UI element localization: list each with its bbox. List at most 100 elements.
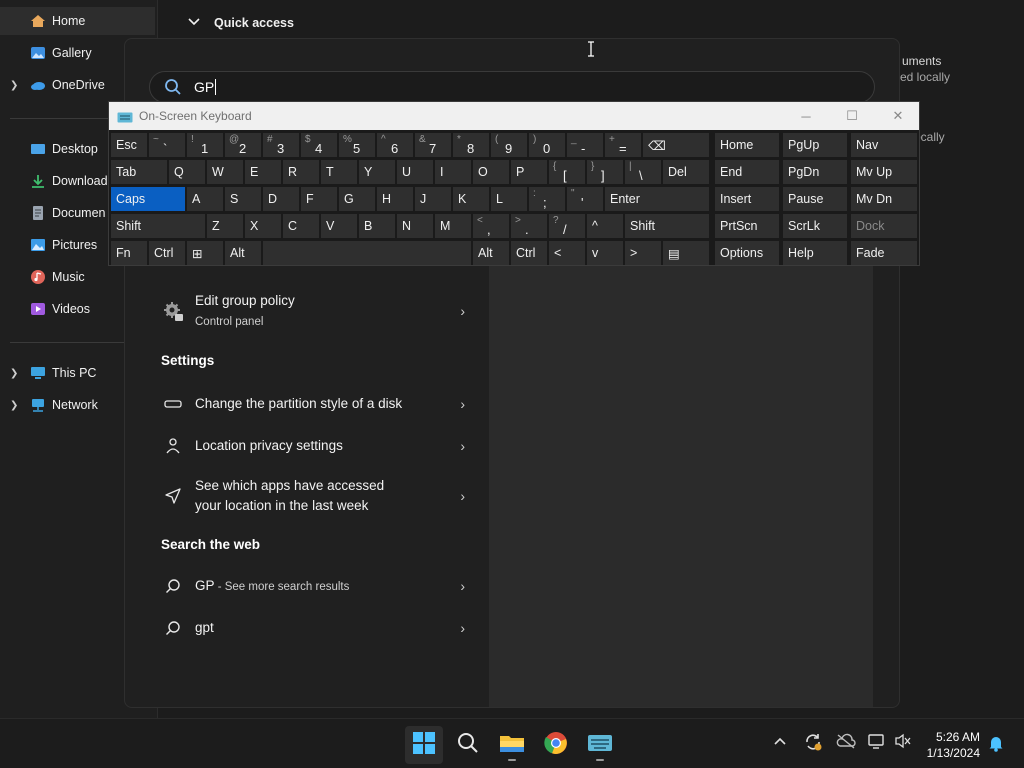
key-2[interactable]: @2: [225, 133, 261, 157]
key-9[interactable]: (9: [491, 133, 527, 157]
key-t[interactable]: T: [321, 160, 357, 184]
key-r[interactable]: R: [283, 160, 319, 184]
key-0[interactable]: ) 0: [529, 133, 565, 157]
key-i[interactable]: I: [435, 160, 471, 184]
result-location-privacy[interactable]: Location privacy settings ›: [161, 433, 465, 459]
quick-access-header[interactable]: Quick access: [188, 16, 294, 30]
key-quote[interactable]: " ': [567, 187, 603, 211]
key-alt-left[interactable]: Alt: [225, 241, 261, 265]
key-insert[interactable]: Insert: [715, 187, 779, 211]
sync-icon[interactable]: [803, 732, 823, 755]
key-backslash[interactable]: | \: [625, 160, 661, 184]
key-space[interactable]: [263, 241, 471, 265]
key-semicolon[interactable]: :;: [529, 187, 565, 211]
taskbar-clock[interactable]: 5:26 AM 1/13/2024: [927, 729, 980, 761]
key-backtick[interactable]: ~ `: [149, 133, 185, 157]
key-shift-right[interactable]: Shift: [625, 214, 709, 238]
key-caps[interactable]: Caps: [111, 187, 185, 211]
key-pgdn[interactable]: PgDn: [783, 160, 847, 184]
key-y[interactable]: Y: [359, 160, 395, 184]
key-shift-left[interactable]: Shift: [111, 214, 205, 238]
key-up-arrow[interactable]: ^: [587, 214, 623, 238]
chrome-button[interactable]: [537, 726, 575, 764]
key-mv-up[interactable]: Mv Up: [851, 160, 917, 184]
file-explorer-button[interactable]: [493, 726, 531, 764]
key-esc[interactable]: Esc: [111, 133, 147, 157]
key-left-arrow[interactable]: <: [549, 241, 585, 265]
key-right-arrow[interactable]: >: [625, 241, 661, 265]
key-7[interactable]: & 7: [415, 133, 451, 157]
key-backspace[interactable]: ⌫: [643, 133, 709, 157]
key-s[interactable]: S: [225, 187, 261, 211]
key-3[interactable]: #3: [263, 133, 299, 157]
key-g[interactable]: G: [339, 187, 375, 211]
key-home[interactable]: Home: [715, 133, 779, 157]
key-left-bracket[interactable]: {[: [549, 160, 585, 184]
result-web-gp[interactable]: GP - See more search results ›: [161, 573, 465, 599]
result-web-gpt[interactable]: gpt ›: [161, 615, 465, 641]
key-e[interactable]: E: [245, 160, 281, 184]
key-right-bracket[interactable]: }]: [587, 160, 623, 184]
start-button[interactable]: [405, 726, 443, 764]
key-h[interactable]: H: [377, 187, 413, 211]
key-nav[interactable]: Nav: [851, 133, 917, 157]
taskbar-search-button[interactable]: [449, 726, 487, 764]
chevron-right-icon[interactable]: ❯: [10, 80, 24, 91]
key-windows[interactable]: ⊞: [187, 241, 223, 265]
key-f[interactable]: F: [301, 187, 337, 211]
key-b[interactable]: B: [359, 214, 395, 238]
maximize-button[interactable]: ☐: [829, 102, 875, 130]
key-dock[interactable]: Dock: [851, 214, 917, 238]
key-menu[interactable]: ▤: [663, 241, 709, 265]
key-comma[interactable]: <,: [473, 214, 509, 238]
key-ctrl-right[interactable]: Ctrl: [511, 241, 547, 265]
key-o[interactable]: O: [473, 160, 509, 184]
key-5[interactable]: % 5: [339, 133, 375, 157]
key-u[interactable]: U: [397, 160, 433, 184]
key-4[interactable]: $4: [301, 133, 337, 157]
key-q[interactable]: Q: [169, 160, 205, 184]
key-options[interactable]: Options: [715, 241, 779, 265]
result-apps-accessed-location[interactable]: See which apps have accessed your locati…: [161, 475, 465, 517]
key-pgup[interactable]: PgUp: [783, 133, 847, 157]
chevron-right-icon[interactable]: ❯: [10, 368, 24, 379]
onedrive-icon[interactable]: [836, 733, 856, 752]
key-slash[interactable]: ? /: [549, 214, 585, 238]
key-v[interactable]: V: [321, 214, 357, 238]
key-pause[interactable]: Pause: [783, 187, 847, 211]
minimize-button[interactable]: ─: [783, 102, 829, 130]
key-l[interactable]: L: [491, 187, 527, 211]
key-end[interactable]: End: [715, 160, 779, 184]
result-edit-group-policy[interactable]: Edit group policy Control panel ›: [161, 289, 465, 333]
key-minus[interactable]: _ -: [567, 133, 603, 157]
key-fade[interactable]: Fade: [851, 241, 917, 265]
key-enter[interactable]: Enter: [605, 187, 709, 211]
key-6[interactable]: ^ 6: [377, 133, 413, 157]
key-equals[interactable]: + =: [605, 133, 641, 157]
key-d[interactable]: D: [263, 187, 299, 211]
key-del[interactable]: Del: [663, 160, 709, 184]
key-p[interactable]: P: [511, 160, 547, 184]
chevron-right-icon[interactable]: ❯: [10, 400, 24, 411]
volume-muted-icon[interactable]: [894, 733, 912, 752]
key-mv-dn[interactable]: Mv Dn: [851, 187, 917, 211]
search-input[interactable]: GP: [149, 71, 875, 103]
key-8[interactable]: * 8: [453, 133, 489, 157]
osk-title-bar[interactable]: On-Screen Keyboard ─ ☐ ✕: [109, 102, 919, 130]
key-prtscn[interactable]: PrtScn: [715, 214, 779, 238]
key-alt-right[interactable]: Alt: [473, 241, 509, 265]
nav-item-home[interactable]: Home: [0, 7, 155, 35]
key-help[interactable]: Help: [783, 241, 847, 265]
key-period[interactable]: >.: [511, 214, 547, 238]
key-down-arrow[interactable]: v: [587, 241, 623, 265]
key-fn[interactable]: Fn: [111, 241, 147, 265]
result-change-partition-style[interactable]: Change the partition style of a disk ›: [161, 391, 465, 417]
key-x[interactable]: X: [245, 214, 281, 238]
key-ctrl-left[interactable]: Ctrl: [149, 241, 185, 265]
key-tab[interactable]: Tab: [111, 160, 167, 184]
close-button[interactable]: ✕: [875, 102, 921, 130]
key-c[interactable]: C: [283, 214, 319, 238]
notification-bell-icon[interactable]: [988, 734, 1004, 755]
osk-taskbar-button[interactable]: [581, 726, 619, 764]
key-z[interactable]: Z: [207, 214, 243, 238]
